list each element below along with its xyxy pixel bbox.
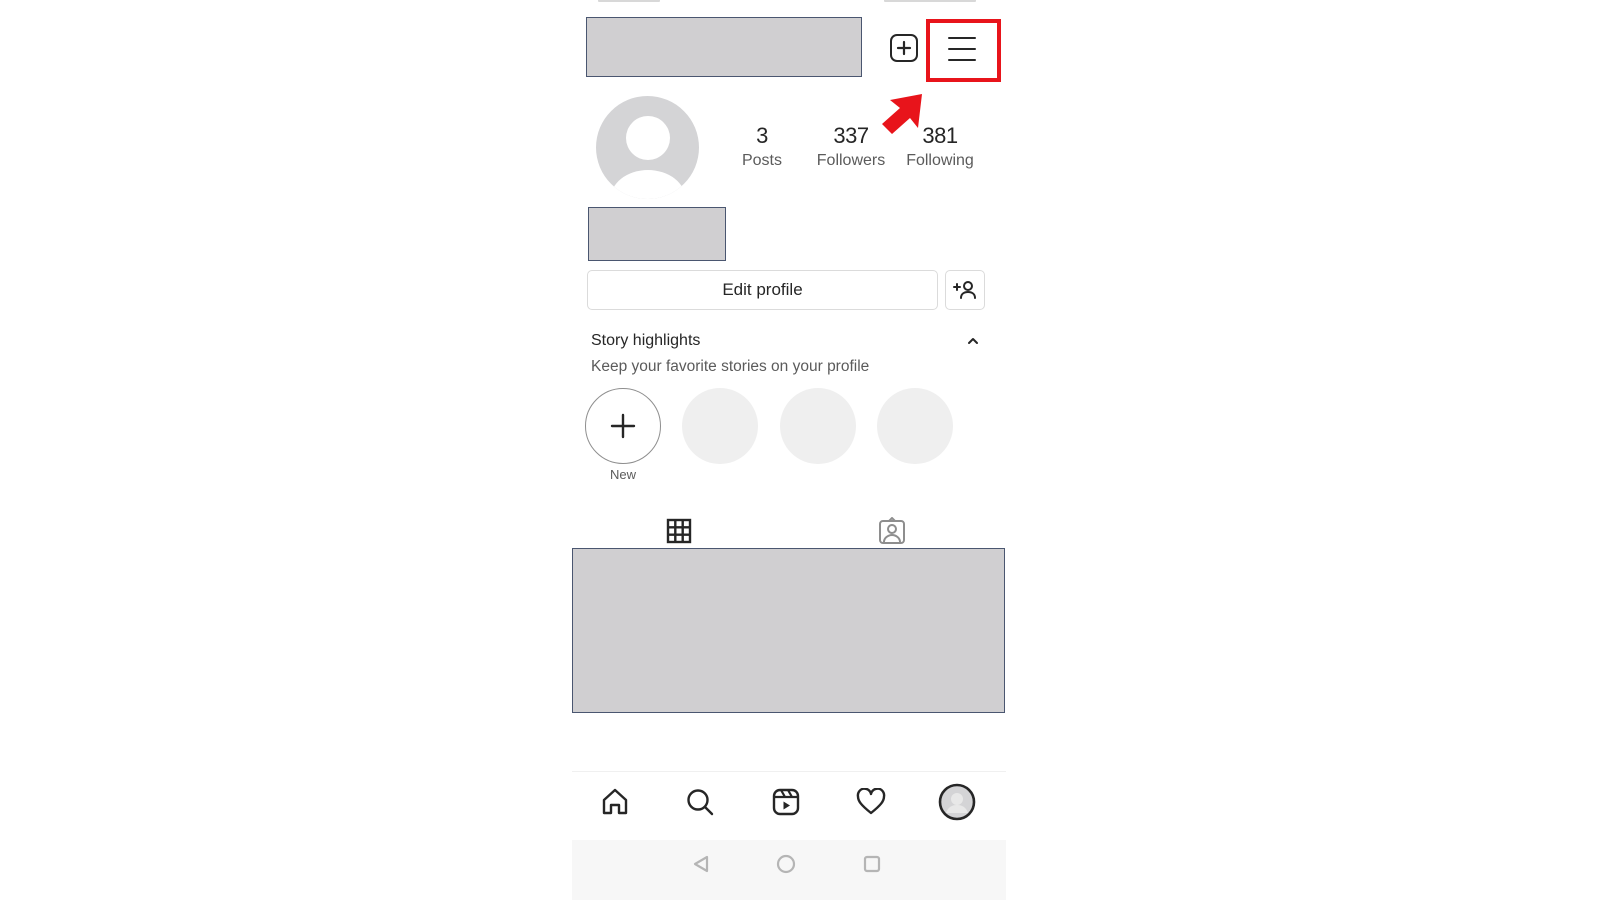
status-bar-time [598,0,660,2]
plus-icon [610,413,636,439]
heart-icon [856,788,886,815]
system-home-button[interactable] [775,853,797,875]
stat-posts[interactable]: 3 Posts [717,122,807,172]
story-highlights-subtitle: Keep your favorite stories on your profi… [591,358,870,375]
posts-grid-redacted [572,548,1005,713]
recents-icon [863,855,881,873]
edit-profile-button[interactable]: Edit profile [587,270,938,310]
stat-followers[interactable]: 337 Followers [806,122,896,172]
story-highlights-title: Story highlights [591,332,701,349]
posts-label: Posts [741,152,782,169]
nav-search[interactable] [684,786,716,818]
search-icon [687,789,714,816]
discover-people-button[interactable] [945,270,985,310]
tab-posts-grid[interactable] [664,517,694,545]
profile-screen: 3 Posts 337 Followers 381 Following Edit… [572,0,1006,900]
home-circle-icon [776,854,796,874]
menu-button[interactable] [948,36,976,62]
system-back-button[interactable] [690,853,712,875]
default-avatar-icon [626,116,670,160]
system-recents-button[interactable] [861,853,883,875]
status-bar-icons [884,0,976,2]
reels-icon [772,788,800,816]
tagged-icon [879,517,905,544]
display-name-redacted [588,207,726,261]
add-person-icon [953,281,976,299]
username-redacted [586,17,862,77]
following-count: 381 [922,123,958,148]
nav-profile[interactable] [938,783,976,821]
nav-activity[interactable] [855,786,887,818]
highlight-placeholder [682,388,758,464]
posts-count: 3 [756,123,768,148]
back-icon [693,855,709,873]
nav-home[interactable] [599,786,631,818]
stat-following[interactable]: 381 Following [895,122,985,172]
highlight-placeholder [780,388,856,464]
bottom-nav-divider [572,771,1006,772]
home-icon [602,788,628,815]
new-highlight-label: New [609,467,636,482]
chevron-up-icon[interactable] [966,334,980,348]
followers-count: 337 [833,123,869,148]
following-label: Following [906,152,974,169]
tab-tagged[interactable] [877,517,907,545]
highlight-placeholder [877,388,953,464]
plus-square-icon [896,40,912,56]
profile-avatar[interactable] [596,96,699,199]
new-post-button[interactable] [890,34,918,62]
hamburger-menu-icon [948,37,976,40]
profile-avatar-icon [938,783,976,821]
nav-reels[interactable] [770,786,802,818]
grid-icon [666,518,692,544]
followers-label: Followers [816,152,886,169]
new-highlight-button[interactable] [585,388,661,464]
